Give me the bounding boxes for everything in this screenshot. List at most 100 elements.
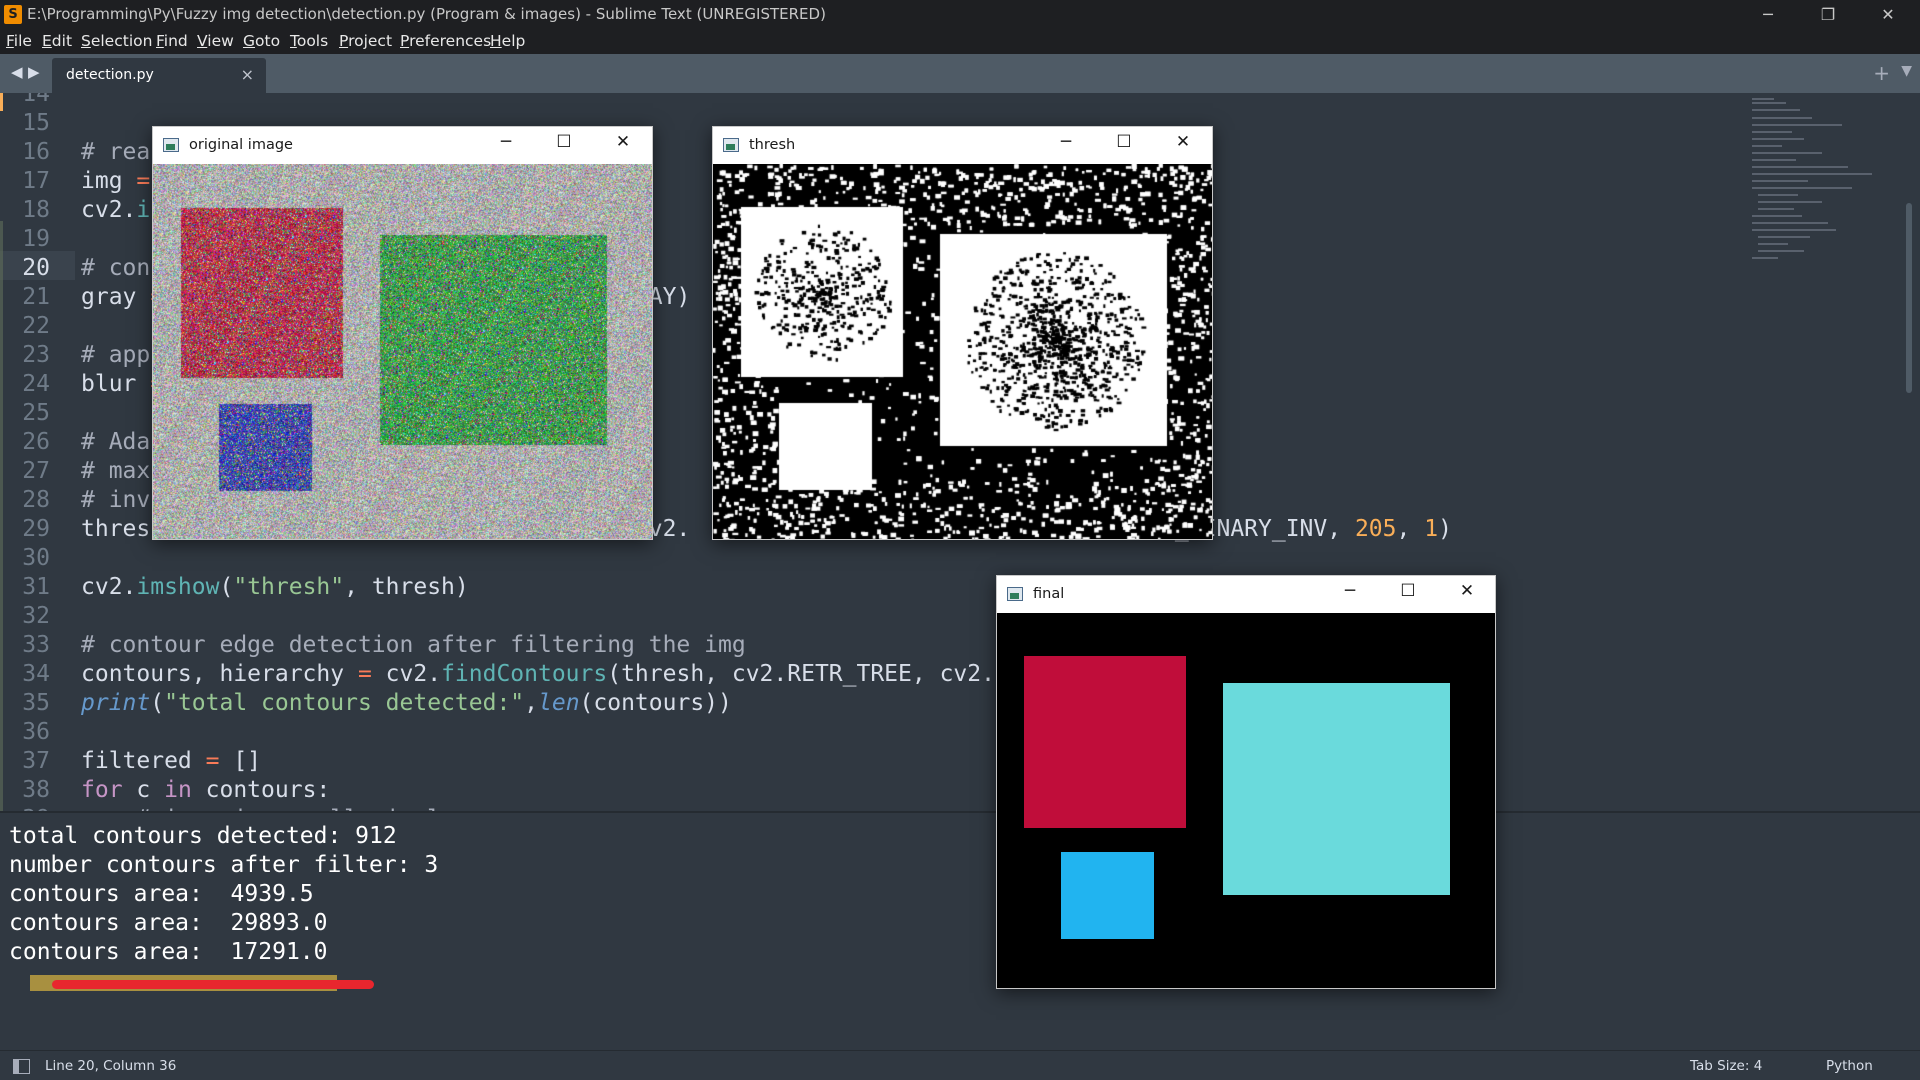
- line-number: 34: [22, 661, 50, 687]
- cv-close-button[interactable]: ✕: [1447, 581, 1487, 601]
- menu-help[interactable]: Help: [490, 32, 525, 50]
- code-line[interactable]: 31 cv2.imshow("thresh", thresh): [0, 573, 1900, 602]
- code-line[interactable]: 32: [0, 602, 1900, 631]
- tab-list-icon[interactable]: ▼: [1901, 63, 1912, 79]
- code-line[interactable]: 33 # contour edge detection after filteri…: [0, 631, 1900, 660]
- cv-minimize-button[interactable]: ─: [1046, 132, 1086, 152]
- cv-minimize-button[interactable]: ─: [486, 132, 526, 152]
- output-line: contours area: 29893.0: [9, 910, 328, 936]
- cv-close-button[interactable]: ✕: [603, 132, 643, 152]
- cv-window-title: thresh: [749, 137, 796, 153]
- new-tab-icon[interactable]: +: [1873, 61, 1890, 85]
- line-number: 14: [22, 93, 50, 107]
- code-text: cv2.i: [81, 197, 151, 223]
- nav-left-icon[interactable]: ◀: [11, 63, 23, 81]
- tab-size-setting[interactable]: Tab Size: 4: [1690, 1058, 1762, 1074]
- line-number: 37: [22, 748, 50, 774]
- line-number: 20: [22, 255, 50, 281]
- code-line[interactable]: 30: [0, 544, 1900, 573]
- code-line[interactable]: 34 contours, hierarchy = cv2.findContours…: [0, 660, 1900, 689]
- syntax-setting[interactable]: Python: [1826, 1058, 1873, 1074]
- final-blue-square: [1061, 852, 1154, 939]
- line-number: 28: [22, 487, 50, 513]
- output-line: contours area: 17291.0: [9, 939, 328, 965]
- original-image-canvas: [153, 164, 652, 539]
- output-line: number contours after filter: 3: [9, 852, 439, 878]
- tab-label: detection.py: [66, 67, 154, 83]
- line-number: 35: [22, 690, 50, 716]
- line-number: 17: [22, 168, 50, 194]
- output-line: contours area: 4939.5: [9, 881, 314, 907]
- cv-window-titlebar: final ─ ☐ ✕: [997, 576, 1495, 613]
- line-number: 25: [22, 400, 50, 426]
- code-text: img =: [81, 168, 151, 194]
- cv-maximize-button[interactable]: ☐: [544, 132, 584, 152]
- nav-right-icon[interactable]: ▶: [28, 63, 40, 81]
- menu-file[interactable]: File: [6, 32, 32, 50]
- tab-detection-py[interactable]: detection.py ×: [52, 58, 266, 93]
- cv-window-title: final: [1033, 586, 1065, 602]
- cursor-position: Line 20, Column 36: [45, 1058, 177, 1074]
- line-number: 31: [22, 574, 50, 600]
- minimize-button[interactable]: ─: [1740, 0, 1796, 29]
- cv-window-final[interactable]: final ─ ☐ ✕: [996, 575, 1496, 989]
- line-number: 29: [22, 516, 50, 542]
- vertical-scrollbar[interactable]: [1906, 203, 1912, 393]
- code-text: filtered = []: [81, 748, 262, 774]
- menu-bar: File Edit Selection Find View Goto Tools…: [0, 29, 1920, 54]
- menu-preferences[interactable]: Preferences: [400, 32, 491, 50]
- final-image: [997, 613, 1495, 988]
- line-number: 23: [22, 342, 50, 368]
- menu-selection[interactable]: Selection: [81, 32, 152, 50]
- line-number: 26: [22, 429, 50, 455]
- build-output-panel[interactable]: total contours detected: 912 number cont…: [0, 811, 1920, 1043]
- code-text: cv2.imshow("thresh", thresh): [81, 574, 469, 600]
- tab-close-icon[interactable]: ×: [241, 65, 254, 84]
- line-number: 38: [22, 777, 50, 803]
- sublime-app-icon: S: [4, 5, 22, 24]
- menu-find[interactable]: Find: [156, 32, 188, 50]
- cv-minimize-button[interactable]: ─: [1330, 581, 1370, 601]
- code-line[interactable]: 37 filtered = []: [0, 747, 1900, 776]
- cv-maximize-button[interactable]: ☐: [1104, 132, 1144, 152]
- code-text: print("total contours detected:",len(con…: [81, 690, 732, 716]
- thresh-image-canvas: [713, 164, 1212, 539]
- menu-edit[interactable]: Edit: [42, 32, 72, 50]
- output-line: total contours detected: 912: [9, 823, 397, 849]
- line-number: 24: [22, 371, 50, 397]
- code-line[interactable]: 35 print("total contours detected:",len(c…: [0, 689, 1900, 718]
- code-line[interactable]: 38 for c in contours:: [0, 776, 1900, 805]
- panel-toggle-icon[interactable]: [13, 1059, 30, 1074]
- line-number: 36: [22, 719, 50, 745]
- line-number: 32: [22, 603, 50, 629]
- tab-bar: ◀ ▶ detection.py × + ▼: [0, 54, 1920, 93]
- menu-project[interactable]: Project: [339, 32, 392, 50]
- menu-view[interactable]: View: [197, 32, 234, 50]
- code-line[interactable]: 14: [0, 93, 1900, 109]
- line-number: 15: [22, 110, 50, 136]
- title-bar: S E:\Programming\Py\Fuzzy img detection\…: [0, 0, 1920, 29]
- cv-window-original[interactable]: original image ─ ☐ ✕: [152, 126, 653, 540]
- cv-maximize-button[interactable]: ☐: [1388, 581, 1428, 601]
- code-text: # con: [81, 255, 151, 281]
- code-text: contours, hierarchy = cv2.findContours(t…: [81, 661, 1009, 687]
- line-number: 27: [22, 458, 50, 484]
- cv-close-button[interactable]: ✕: [1163, 132, 1203, 152]
- menu-tools[interactable]: Tools: [290, 32, 328, 50]
- close-button[interactable]: ✕: [1860, 0, 1916, 29]
- line-number: 16: [22, 139, 50, 165]
- minimap[interactable]: [1752, 93, 1892, 811]
- cv-window-icon: [163, 138, 179, 152]
- red-annotation-stroke: [52, 980, 374, 989]
- code-text: # Ada: [81, 429, 151, 455]
- cv-window-titlebar: thresh ─ ☐ ✕: [713, 127, 1212, 164]
- restore-button[interactable]: ❐: [1800, 0, 1856, 29]
- line-number: 30: [22, 545, 50, 571]
- final-cyan-square: [1223, 683, 1450, 895]
- cv-window-title: original image: [189, 137, 293, 153]
- code-line[interactable]: 36: [0, 718, 1900, 747]
- menu-goto[interactable]: Goto: [243, 32, 280, 50]
- cv-window-icon: [723, 138, 739, 152]
- cv-window-titlebar: original image ─ ☐ ✕: [153, 127, 652, 164]
- cv-window-thresh[interactable]: thresh ─ ☐ ✕: [712, 126, 1213, 540]
